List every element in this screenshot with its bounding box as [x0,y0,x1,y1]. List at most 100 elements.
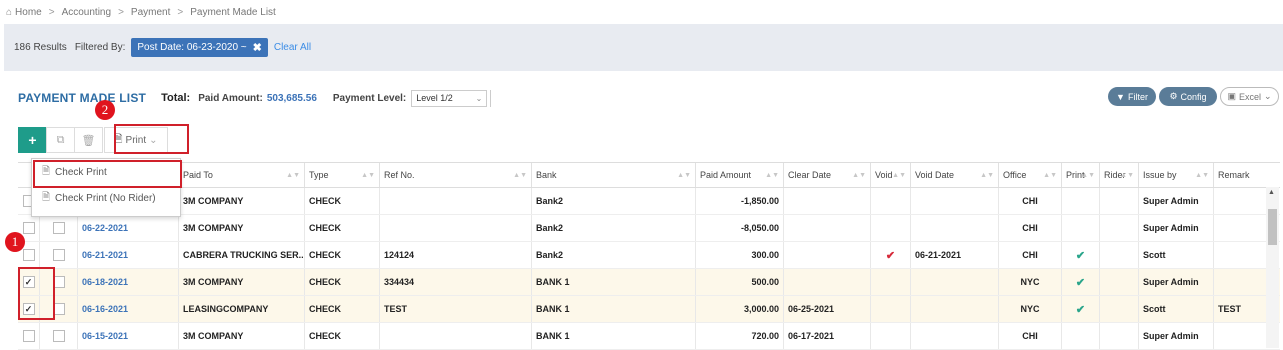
cell-issue-by: Super Admin [1139,188,1214,214]
payment-grid: ▼ Paid To▲▼ Type▲▼ Ref No.▲▼ Bank▲▼ Paid… [18,162,1280,350]
filter-button[interactable]: ▼ Filter [1108,87,1156,106]
table-row[interactable]: 06-22-2021 3M COMPANY CHECK Bank2 -8,050.00 C… [18,215,1280,242]
cell-issue-by: Scott [1139,296,1214,322]
breadcrumb-home[interactable]: Home [15,7,42,18]
row-checkbox[interactable] [22,222,35,234]
annotation-badge-1: 1 [5,232,25,252]
close-icon[interactable]: ✖ [253,41,262,54]
table-row[interactable]: 06-15-2021 3M COMPANY CHECK BANK 1 720.00 06-… [18,323,1280,350]
add-button[interactable]: + [18,127,47,153]
cell-type: CHECK [305,242,380,268]
header-ref-no[interactable]: Ref No. ▲▼ [380,163,532,187]
breadcrumb-accounting[interactable]: Accounting [62,7,111,18]
cell-paid-to: 3M COMPANY [179,188,305,214]
row-checkbox-secondary[interactable] [52,330,65,342]
table-row[interactable]: ✓ 06-18-2021 3M COMPANY CHECK 334434 BANK 1 50… [18,269,1280,296]
cell-print: ✔ [1062,269,1100,295]
header-label: Type [309,170,329,180]
header-paid-to[interactable]: Paid To ▲▼ [179,163,305,187]
cell-paid-amount: 300.00 [696,242,784,268]
header-void[interactable]: Void ▲▼ [871,163,911,187]
cell-bank: Bank2 [532,242,696,268]
cell-date[interactable]: 06-22-2021 [78,215,179,241]
cell-type: CHECK [305,296,380,322]
check-icon: ✔ [1075,303,1086,316]
header-bank[interactable]: Bank ▲▼ [532,163,696,187]
home-icon[interactable]: ⌂ [6,7,12,18]
menu-item-check-print-no-rider[interactable]: 🗎 Check Print (No Rider) [32,185,180,211]
table-row[interactable]: ✓ 06-16-2021 LEASINGCOMPANY CHECK TEST BANK 1… [18,296,1280,323]
config-button[interactable]: ⚙ Config [1159,87,1217,106]
header-print[interactable]: Print ▲▼ [1062,163,1100,187]
paid-amount-value: 503,685.56 [266,92,317,104]
cell-issue-by: Scott [1139,242,1214,268]
cell-paid-to: CABRERA TRUCKING SER... [179,242,305,268]
cell-issue-by: Super Admin [1139,323,1214,349]
breadcrumb-separator: > [177,6,184,18]
cell-paid-amount: -8,050.00 [696,215,784,241]
cell-issue-by: Super Admin [1139,215,1214,241]
cell-ref-no [380,188,532,214]
cell-clear-date: 06-17-2021 [784,323,871,349]
header-label: Office [1003,170,1027,180]
header-void-date[interactable]: Void Date ▲▼ [911,163,999,187]
cell-void [871,296,911,322]
cell-void [871,188,911,214]
header-label: Clear Date [788,170,832,180]
cell-ref-no: TEST [380,296,532,322]
cell-date[interactable]: 06-16-2021 [78,296,179,322]
header-issue-by[interactable]: Issue by ▲▼ [1139,163,1214,187]
header-label: Remark [1218,170,1250,180]
header-remark[interactable]: Remark [1214,163,1261,187]
breadcrumb-payment[interactable]: Payment [131,7,170,18]
breadcrumb: ⌂ Home > Accounting > Payment > Payment … [0,0,1283,24]
total-label: Total: [161,92,191,104]
scroll-thumb[interactable] [1268,209,1277,245]
check-icon: ✔ [885,249,896,262]
cell-bank: BANK 1 [532,269,696,295]
row-check-cell [40,215,78,241]
cell-clear-date [784,215,871,241]
cell-remark [1214,242,1261,268]
delete-button[interactable]: 🗑 [74,127,103,153]
header-type[interactable]: Type ▲▼ [305,163,380,187]
excel-button[interactable]: ▣ Excel ⌄ [1220,87,1279,106]
sort-icon: ▲▼ [892,171,906,179]
copy-button[interactable]: ⧉ [46,127,75,153]
payment-level-select[interactable]: Level 1/2 ⌄ [411,89,488,107]
cell-office: CHI [999,323,1062,349]
row-checkbox[interactable] [22,249,35,261]
cell-date[interactable]: 06-18-2021 [78,269,179,295]
cell-type: CHECK [305,269,380,295]
cell-clear-date: 06-25-2021 [784,296,871,322]
cell-rider [1100,296,1139,322]
clear-all-link[interactable]: Clear All [274,42,311,53]
cell-bank: BANK 1 [532,323,696,349]
header-paid-amount[interactable]: Paid Amount ▲▼ [696,163,784,187]
cell-void-date [911,188,999,214]
vertical-scrollbar[interactable]: ▲ [1266,187,1279,348]
table-row[interactable]: 06-21-2021 CABRERA TRUCKING SER... CHECK 12… [18,242,1280,269]
header-office[interactable]: Office ▲▼ [999,163,1062,187]
row-checkbox-secondary[interactable] [52,222,65,234]
filtered-by-label: Filtered By: [74,42,126,53]
row-checkbox[interactable] [22,330,35,342]
cell-void-date [911,323,999,349]
cell-office: CHI [999,215,1062,241]
scroll-up-icon[interactable]: ▲ [1268,189,1275,196]
cell-remark [1214,323,1261,349]
sort-icon: ▲▼ [1120,171,1134,179]
cell-remark: TEST [1218,304,1242,314]
filter-chip[interactable]: Post Date: 06-23-2020 ~ ✖ [131,38,268,57]
row-checkbox-secondary[interactable] [52,249,65,261]
cell-date[interactable]: 06-21-2021 [78,242,179,268]
document-icon: 🗎 [42,191,51,203]
header-clear-date[interactable]: Clear Date ▲▼ [784,163,871,187]
header-rider[interactable]: Rider ▲▼ [1100,163,1139,187]
cell-date[interactable]: 06-15-2021 [78,323,179,349]
sort-icon: ▲▼ [1195,171,1209,179]
cell-type: CHECK [305,215,380,241]
cell-remark [1214,188,1261,214]
table-row[interactable]: 3M COMPANY CHECK Bank2 -1,850.00 CHI Super Ad… [18,188,1280,215]
cell-print: ✔ [1062,242,1100,268]
